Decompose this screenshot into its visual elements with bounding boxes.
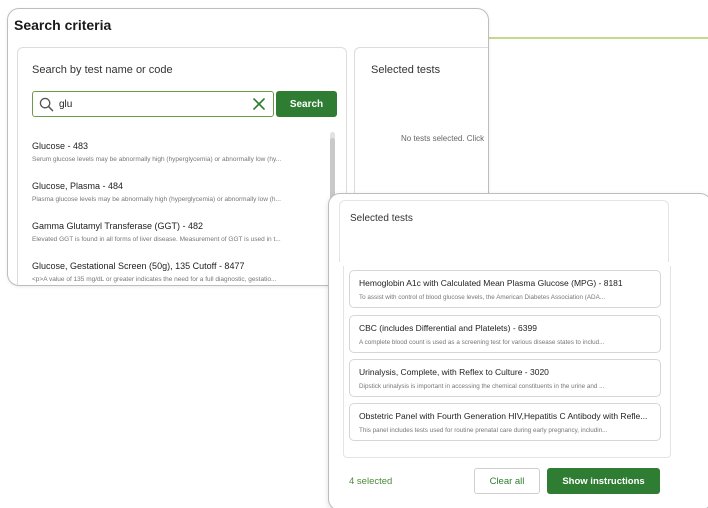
selected-tests-header: Selected tests [339,200,669,262]
search-input[interactable] [59,95,239,113]
selected-tests-card: Selected tests Hemoglobin A1c with Calcu… [328,193,708,508]
search-field[interactable] [32,91,274,117]
clear-all-button[interactable]: Clear all [474,468,540,494]
selected-test-description: A complete blood count is used as a scre… [359,339,605,346]
selected-test-name: Urinalysis, Complete, with Reflex to Cul… [359,367,549,377]
search-results-list: Glucose - 483 Serum glucose levels may b… [32,140,332,285]
result-description: <p>A value of 135 mg/dL or greater indic… [32,276,277,283]
selected-tests-heading: Selected tests [350,213,413,224]
selected-test-item[interactable]: Hemoglobin A1c with Calculated Mean Plas… [349,270,661,308]
selected-test-item[interactable]: CBC (includes Differential and Platelets… [349,315,661,353]
selected-test-name: CBC (includes Differential and Platelets… [359,323,537,333]
selected-tests-heading: Selected tests [371,64,441,76]
search-icon [39,97,54,112]
selected-test-description: To assist with control of blood glucose … [359,294,606,301]
page-title: Search criteria [14,17,112,33]
close-icon[interactable] [252,97,266,111]
result-name: Glucose, Gestational Screen (50g), 135 C… [32,261,245,271]
empty-selection-message: No tests selected. Click [401,134,485,143]
selected-test-name: Hemoglobin A1c with Calculated Mean Plas… [359,278,623,288]
result-name: Gamma Glutamyl Transferase (GGT) - 482 [32,221,204,231]
selected-count: 4 selected [349,476,393,487]
selected-test-description: This panel includes tests used for routi… [359,427,608,434]
search-result-item[interactable]: Glucose, Gestational Screen (50g), 135 C… [32,260,332,285]
selected-test-name: Obstetric Panel with Fourth Generation H… [359,411,648,421]
stage: Search criteria Search by test name or c… [0,0,708,508]
search-panel-heading: Search by test name or code [32,64,173,76]
search-result-item[interactable]: Gamma Glutamyl Transferase (GGT) - 482 E… [32,220,332,260]
result-description: Plasma glucose levels may be abnormally … [32,196,281,203]
selected-test-item[interactable]: Urinalysis, Complete, with Reflex to Cul… [349,359,661,397]
search-result-item[interactable]: Glucose - 483 Serum glucose levels may b… [32,140,332,180]
result-description: Serum glucose levels may be abnormally h… [32,156,282,163]
selected-test-item[interactable]: Obstetric Panel with Fourth Generation H… [349,403,661,441]
search-panel: Search by test name or code Search Gluco… [17,47,347,285]
result-name: Glucose, Plasma - 484 [32,181,124,191]
search-result-item[interactable]: Glucose, Plasma - 484 Plasma glucose lev… [32,180,332,220]
selected-tests-list: Hemoglobin A1c with Calculated Mean Plas… [343,266,671,458]
search-button[interactable]: Search [276,91,337,117]
result-description: Elevated GGT is found in all forms of li… [32,236,281,243]
selected-test-description: Dipstick urinalysis is important in acce… [359,383,605,390]
result-name: Glucose - 483 [32,141,89,151]
show-instructions-button[interactable]: Show instructions [547,468,660,494]
